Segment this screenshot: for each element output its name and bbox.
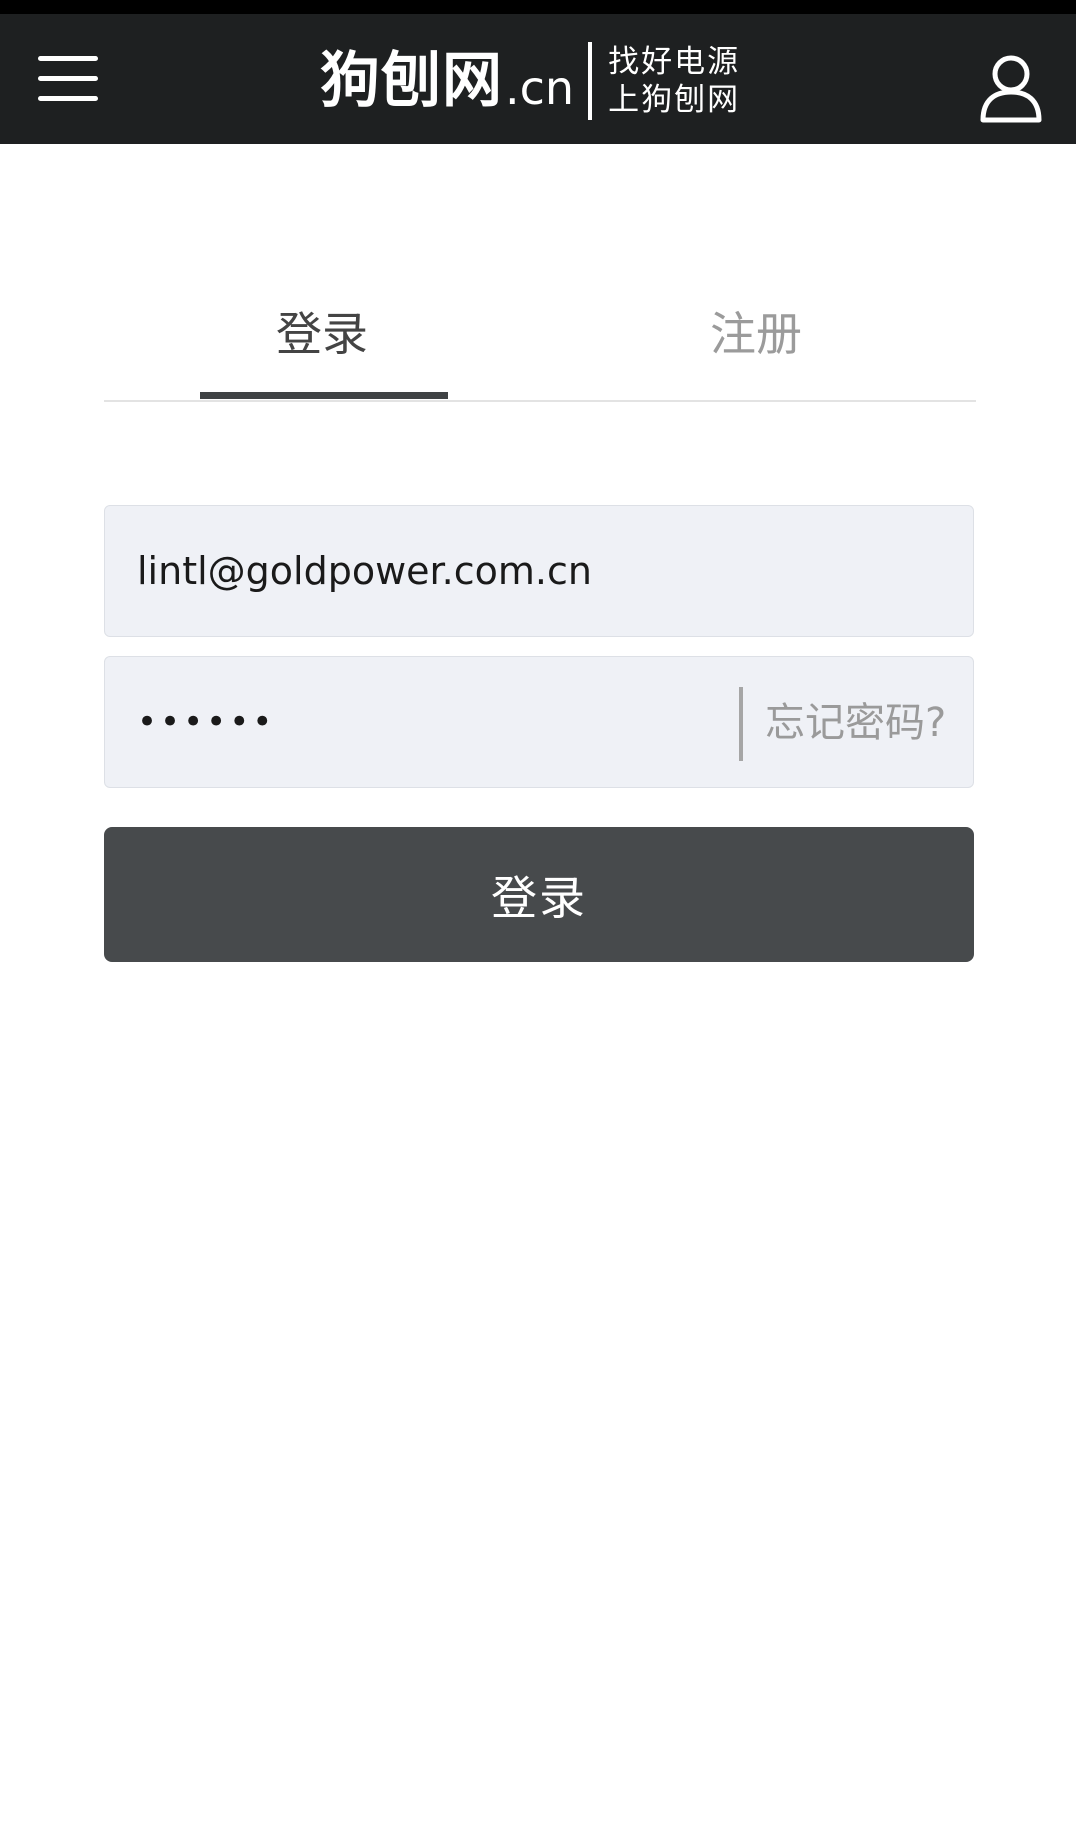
slogan-line-2: 上狗刨网 <box>608 82 741 118</box>
tab-login[interactable]: 登录 <box>276 304 368 364</box>
active-tab-indicator <box>200 392 448 399</box>
menu-bar <box>38 76 98 81</box>
password-input[interactable] <box>137 657 697 787</box>
logo-main-text: 狗刨网 <box>320 46 503 116</box>
forgot-password-link[interactable]: 忘记密码? <box>765 691 946 755</box>
site-header: 狗刨网 .cn 找好电源 上狗刨网 <box>0 14 1076 144</box>
email-input[interactable] <box>137 506 937 636</box>
logo-slogan: 找好电源 上狗刨网 <box>608 43 740 119</box>
site-logo[interactable]: 狗刨网 .cn 找好电源 上狗刨网 <box>320 38 740 124</box>
tab-register[interactable]: 注册 <box>710 304 802 364</box>
logo-divider <box>588 42 593 120</box>
status-bar <box>0 0 1076 14</box>
password-field-container: 忘记密码? <box>104 656 974 788</box>
logo-domain-text: .cn <box>505 61 575 115</box>
slogan-line-1: 找好电源 <box>608 44 741 80</box>
auth-tabs: 登录 注册 <box>104 290 976 402</box>
menu-bar <box>38 56 98 61</box>
menu-bar <box>38 96 98 101</box>
user-icon[interactable] <box>978 54 1044 124</box>
login-button[interactable]: 登录 <box>104 827 974 962</box>
email-field-container <box>104 505 974 637</box>
user-icon-graphic <box>980 55 1042 123</box>
hamburger-menu-icon[interactable] <box>38 52 98 106</box>
password-divider <box>739 687 743 761</box>
